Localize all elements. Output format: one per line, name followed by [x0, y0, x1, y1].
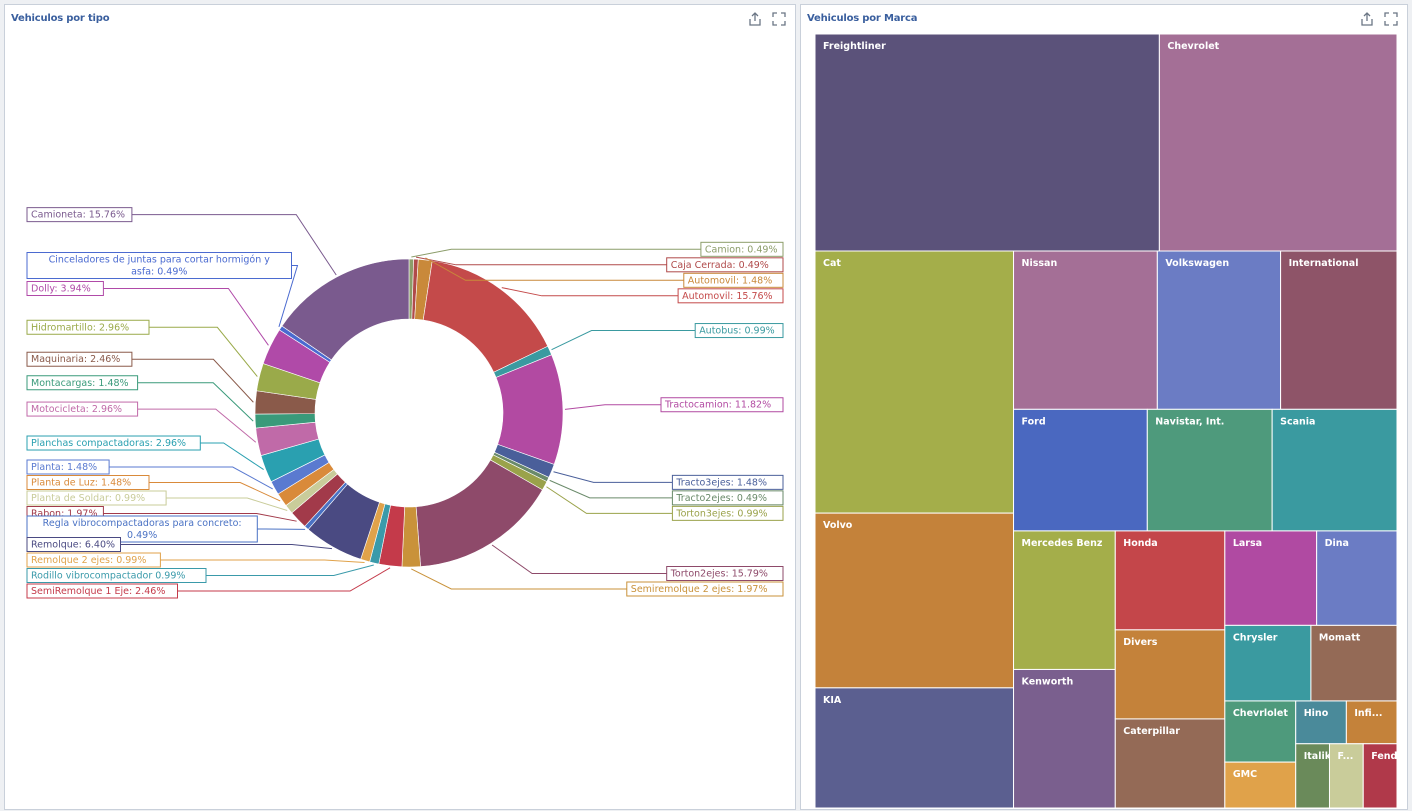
treemap-label: Caterpillar: [1123, 726, 1180, 737]
treemap-label: Ford: [1022, 416, 1046, 427]
treemap-tile[interactable]: [1014, 531, 1116, 670]
treemap-label: GMC: [1233, 769, 1257, 780]
treemap-tile[interactable]: [1157, 251, 1280, 409]
treemap-tile[interactable]: [815, 688, 1014, 808]
treemap-label: Mercedes Benz: [1022, 538, 1103, 549]
treemap-label: Volkswagen: [1165, 258, 1229, 269]
treemap-label: F...: [1337, 751, 1353, 762]
donut-data-label: Caja Cerrada: 0.49%: [671, 260, 769, 271]
donut-data-label: Motocicleta: 2.96%: [31, 404, 122, 415]
treemap-label: Momatt: [1319, 632, 1361, 643]
donut-chart: Camion: 0.49% Caja Cerrada: 0.49% Automovi…: [5, 5, 797, 811]
donut-leader-line: [138, 383, 254, 421]
donut-data-label: Semiremolque 2 ejes: 1.97%: [631, 584, 768, 595]
treemap-label: Freightliner: [823, 41, 886, 52]
donut-leader-line: [166, 498, 287, 511]
treemap-label: Infi...: [1354, 708, 1382, 719]
donut-data-label: Planchas compactadoras: 2.96%: [31, 438, 186, 449]
donut-data-label: Camion: 0.49%: [705, 244, 778, 255]
donut-data-label: Autobus: 0.99%: [699, 326, 774, 337]
donut-data-label: Planta de Soldar: 0.99%: [31, 493, 145, 504]
donut-leader-line: [492, 545, 667, 573]
donut-leader-line: [565, 405, 661, 410]
treemap-label: Nissan: [1022, 258, 1058, 269]
panel-vehicles-by-brand: Vehiculos por Marca FreightlinerChevrole…: [800, 4, 1408, 810]
donut-leader-line: [149, 327, 257, 376]
donut-data-label: Automovil: 1.48%: [688, 275, 772, 286]
treemap-label: Kenworth: [1022, 676, 1074, 687]
donut-data-label: Planta de Luz: 1.48%: [31, 478, 131, 489]
treemap-tile[interactable]: [815, 513, 1014, 688]
donut-data-label: Maquinaria: 2.46%: [31, 354, 120, 365]
donut-data-label: Planta: 1.48%: [31, 462, 97, 473]
donut-leader-line: [550, 480, 673, 497]
treemap-label: Hino: [1304, 708, 1329, 719]
treemap-label: Cat: [823, 258, 841, 269]
donut-leader-line: [103, 289, 268, 346]
donut-leader-line: [554, 472, 673, 483]
treemap-tile[interactable]: [1014, 251, 1158, 409]
donut-leader-line: [411, 249, 701, 257]
donut-data-label: Tractocamion: 11.82%: [664, 400, 771, 411]
treemap-label: Fendt: [1371, 751, 1402, 762]
treemap-label: Chrysler: [1233, 632, 1278, 643]
donut-data-label: Automovil: 15.76%: [682, 291, 772, 302]
treemap-label: Honda: [1123, 538, 1157, 549]
donut-data-label: Torton3ejes: 0.99%: [675, 508, 767, 519]
donut-leader-line: [160, 560, 364, 563]
treemap-tile[interactable]: [815, 34, 1159, 251]
donut-leader-line: [416, 257, 667, 265]
treemap-tile[interactable]: [1147, 409, 1272, 531]
treemap-tile[interactable]: [815, 251, 1014, 513]
donut-leader-line: [206, 565, 374, 576]
donut-data-label: Rodillo vibrocompactador 0.99%: [31, 571, 185, 582]
treemap-tile[interactable]: [1272, 409, 1397, 531]
donut-data-label: Hidromartillo: 2.96%: [31, 322, 129, 333]
donut-data-label: Camioneta: 15.76%: [31, 210, 125, 221]
donut-data-label: Tracto2ejes: 0.49%: [675, 493, 767, 504]
treemap-tile[interactable]: [1281, 251, 1397, 409]
panel-vehicles-by-type: Vehiculos por tipo Camion: 0.49%Caja Cer…: [4, 4, 796, 810]
donut-leader-line: [132, 359, 253, 402]
donut-data-label: Dolly: 3.94%: [31, 284, 91, 295]
treemap-tile[interactable]: [1014, 669, 1116, 808]
treemap-label: International: [1289, 258, 1359, 269]
treemap-tile[interactable]: [1159, 34, 1397, 251]
treemap-label: Divers: [1123, 637, 1157, 648]
treemap-label: Larsa: [1233, 538, 1262, 549]
donut-leader-line: [178, 568, 391, 591]
treemap-label: KIA: [823, 695, 842, 706]
donut-leader-line: [411, 569, 626, 589]
treemap-tile[interactable]: [1014, 409, 1148, 531]
treemap-label: Chevrlolet: [1233, 708, 1289, 719]
donut-leader-line: [552, 331, 696, 350]
donut-data-label: SemiRemolque 1 Eje: 2.46%: [31, 586, 165, 597]
donut-data-label: Remolque 2 ejes: 0.99%: [31, 555, 146, 566]
donut-data-label: Torton2ejes: 15.79%: [670, 569, 768, 580]
treemap-label: Dina: [1325, 538, 1349, 549]
treemap-label: Chevrolet: [1167, 41, 1219, 52]
donut-leader-line: [502, 288, 678, 296]
donut-leader-line: [546, 487, 672, 514]
treemap-label: Navistar, Int.: [1155, 416, 1224, 427]
donut-data-label: Remolque: 6.40%: [31, 540, 115, 551]
treemap-label: Scania: [1280, 416, 1315, 427]
donut-data-label: Montacargas: 1.48%: [31, 378, 129, 389]
treemap-chart: Freightliner Chevrolet Cat Volvo KIA Nissan Vo…: [801, 5, 1409, 811]
donut-leader-line: [121, 545, 332, 549]
donut-data-label: Tracto3ejes: 1.48%: [675, 477, 767, 488]
donut-leader-line: [200, 443, 263, 470]
treemap-label: Volvo: [823, 520, 853, 531]
